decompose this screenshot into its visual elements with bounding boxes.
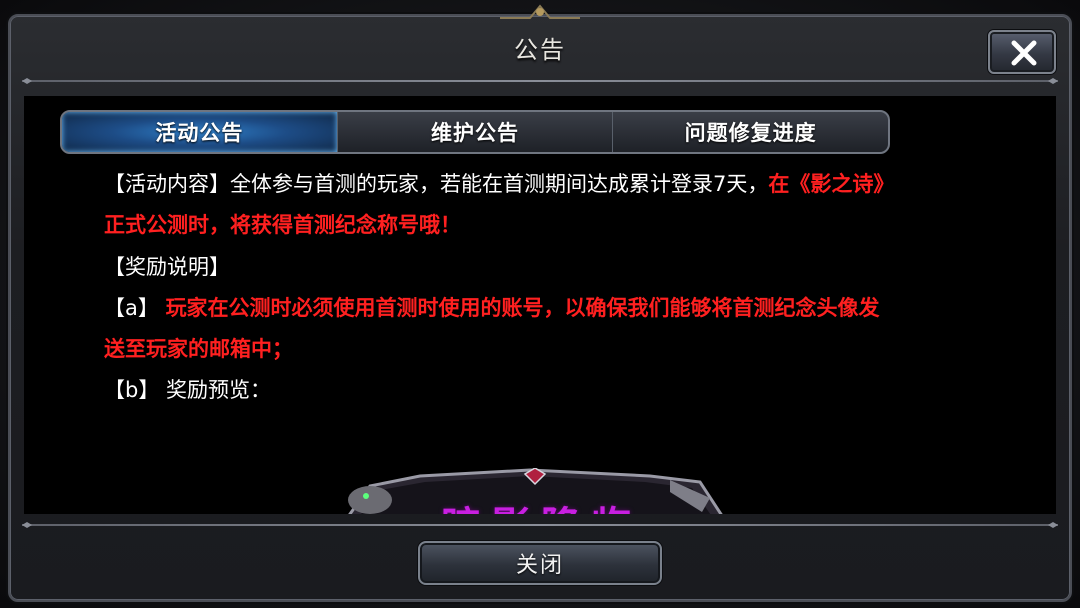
announcement-line-2: 正式公测时，将获得首测纪念称号哦！ <box>104 213 461 237</box>
item-a-prefix: 【a】 <box>104 296 159 320</box>
tab-event-announcement[interactable]: 活动公告 <box>62 112 338 152</box>
tab-bar: 活动公告 维护公告 问题修复进度 <box>60 110 890 154</box>
close-button[interactable] <box>988 30 1056 74</box>
tab-bugfix-progress[interactable]: 问题修复进度 <box>613 112 888 152</box>
dialog-title: 公告 <box>514 36 566 64</box>
close-dialog-button[interactable]: 关闭 <box>418 541 662 585</box>
item-b-prefix: 【b】 <box>104 378 160 402</box>
footer-divider <box>22 522 1058 528</box>
highlight-text: 在《影之诗》 <box>768 172 895 196</box>
top-ornament-icon <box>500 4 580 19</box>
announcement-line-1: 【活动内容】全体参与首测的玩家，若能在首测期间达成累计登录7天，在《影之诗》 <box>104 164 984 205</box>
reward-preview-banner: 暗影降临 <box>330 468 740 514</box>
reward-heading: 【奖励说明】 <box>104 255 230 279</box>
item-a-text: 玩家在公测时必须使用首测时使用的账号，以确保我们能够将首测纪念头像发 <box>165 296 880 320</box>
reward-item-a-continued: 送至玩家的邮箱中； <box>104 337 293 361</box>
reward-item-a: 【a】 玩家在公测时必须使用首测时使用的账号，以确保我们能够将首测纪念头像发 <box>104 288 984 329</box>
activity-content-text: 【活动内容】全体参与首测的玩家，若能在首测期间达成累计登录7天， <box>104 172 769 196</box>
close-x-icon <box>1011 40 1037 66</box>
reward-item-b: 【b】 奖励预览： <box>104 370 984 411</box>
header-divider <box>22 78 1058 84</box>
item-b-text: 奖励预览： <box>166 378 272 402</box>
banner-title: 暗影降临 <box>426 494 656 514</box>
tab-maintenance-announcement[interactable]: 维护公告 <box>338 112 614 152</box>
